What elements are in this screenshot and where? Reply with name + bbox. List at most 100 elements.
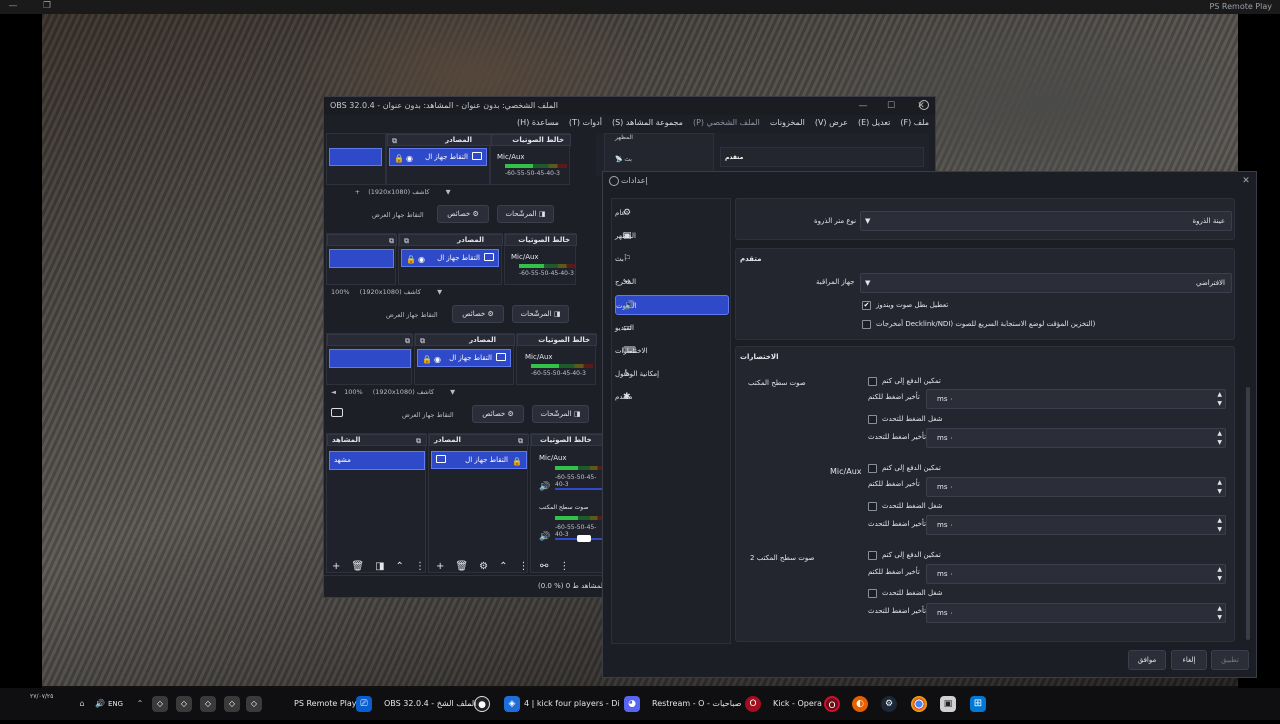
dropdown-arrow-icon[interactable]: ▼: [446, 188, 451, 196]
gear-icon[interactable]: ⚙: [479, 561, 488, 572]
lock-icon[interactable]: 🔒: [512, 453, 522, 470]
add-icon[interactable]: +: [332, 561, 340, 572]
menu-edit[interactable]: تعديل (E): [858, 115, 890, 131]
source-item[interactable]: ◉🔒التقاط جهاز ال: [401, 249, 499, 267]
chrome-icon[interactable]: [911, 696, 927, 712]
stepper-icon[interactable]: ▲ ▼: [1217, 516, 1222, 534]
volume-icon[interactable]: 🔊: [92, 696, 108, 712]
eye-icon[interactable]: ◉: [418, 251, 425, 268]
tray-app-icon[interactable]: ◇: [246, 696, 262, 712]
enable-ptt-checkbox[interactable]: [868, 589, 877, 598]
dropdown-arrow-icon[interactable]: ▼: [450, 388, 455, 396]
stepper-icon[interactable]: ▲ ▼: [1217, 604, 1222, 622]
close-icon[interactable]: ✕: [1239, 174, 1253, 188]
language-indicator[interactable]: ENG: [108, 688, 123, 720]
windows-start-icon[interactable]: ⊞: [970, 696, 986, 712]
properties-button[interactable]: خصائص ⚙: [452, 305, 504, 323]
enable-ptt-checkbox[interactable]: [868, 502, 877, 511]
chevron-up-icon[interactable]: ⌃: [132, 696, 148, 712]
network-icon[interactable]: ⌂: [74, 696, 90, 712]
taskbar-item-discord[interactable]: 4 | kick four players - Di: [524, 688, 620, 720]
taskbar-item-obs[interactable]: OBS 32.0.4 - الملف الشخ: [384, 688, 476, 720]
taskbar-item-kick[interactable]: Kick - Opera: [773, 688, 822, 720]
settings-scrollbar[interactable]: [1246, 387, 1250, 640]
more-icon[interactable]: ⋮: [518, 561, 528, 572]
volume-slider-handle[interactable]: [577, 535, 591, 542]
scene-item[interactable]: [329, 148, 382, 166]
nav-appearance[interactable]: ▣ المظهر: [615, 226, 729, 246]
restore-icon[interactable]: ❐: [40, 1, 54, 13]
task-view-icon[interactable]: ▣: [940, 696, 956, 712]
scene-item[interactable]: [329, 349, 411, 368]
properties-button[interactable]: خصائص ⚙: [437, 205, 489, 223]
ptt-delay-input[interactable]: ms ٠ ▲ ▼: [926, 603, 1226, 623]
dropdown-arrow-icon[interactable]: ◄: [331, 388, 336, 396]
nav-advanced[interactable]: ✱ متقدم: [615, 387, 729, 407]
firefox-icon[interactable]: ◐: [852, 696, 868, 712]
dock-float-icon[interactable]: ⧉: [392, 136, 397, 147]
minimize-icon[interactable]: —: [856, 99, 870, 113]
apply-button[interactable]: تطبيق: [1211, 650, 1249, 670]
stepper-icon[interactable]: ▲ ▼: [1217, 429, 1222, 447]
menu-scene-collection[interactable]: مجموعة المشاهد (S): [612, 115, 683, 131]
monitor-device-select[interactable]: ▼ الافتراضي: [860, 273, 1232, 293]
tray-app-icon[interactable]: ◇: [200, 696, 216, 712]
ok-button[interactable]: موافق: [1128, 650, 1166, 670]
speaker-icon[interactable]: 🔊: [539, 532, 550, 542]
eye-icon[interactable]: ◉: [434, 351, 441, 368]
ptm-delay-input[interactable]: ms ٠ ▲ ▼: [926, 389, 1226, 409]
add-icon[interactable]: +: [355, 188, 360, 196]
ptm-delay-input[interactable]: ms ٠ ▲ ▼: [926, 564, 1226, 584]
menu-docks[interactable]: المخزونات: [770, 115, 805, 131]
nav-video[interactable]: ▭ الفيديو: [615, 318, 729, 338]
dropdown-arrow-icon[interactable]: ▼: [437, 288, 442, 296]
taskbar-item-ps-remote[interactable]: PS Remote Play: [294, 688, 357, 720]
nav-output[interactable]: ↪ المخرج: [615, 272, 729, 292]
dock-float-icon[interactable]: ⧉: [389, 236, 394, 247]
stepper-icon[interactable]: ▲ ▼: [1217, 390, 1222, 408]
properties-button[interactable]: خصائص ⚙: [472, 405, 524, 423]
dock-float-icon[interactable]: ⧉: [420, 336, 425, 347]
lock-icon[interactable]: 🔒: [422, 351, 432, 368]
opera-icon[interactable]: O: [824, 696, 840, 712]
more-icon[interactable]: ⋮: [559, 561, 569, 572]
source-item[interactable]: ◉🔒التقاط جهاز ال: [431, 451, 527, 469]
nav-hotkeys[interactable]: ⌨ الاختصارات: [615, 341, 729, 361]
add-icon[interactable]: +: [436, 561, 444, 572]
enable-ptm-checkbox[interactable]: [868, 464, 877, 473]
discord-icon[interactable]: ◕: [624, 696, 640, 712]
enable-ptt-checkbox[interactable]: [868, 415, 877, 424]
source-item[interactable]: ◉🔒التقاط جهاز ال: [417, 349, 511, 367]
peak-meter-select[interactable]: ▼ عينة الذروة: [860, 211, 1232, 231]
volume-slider[interactable]: [555, 488, 605, 490]
cancel-button[interactable]: إلغاء: [1171, 650, 1207, 670]
dock-float-icon[interactable]: ⧉: [416, 436, 421, 447]
more-icon[interactable]: ⋮: [415, 561, 425, 572]
menu-profile[interactable]: الملف الشخصي (P): [693, 115, 760, 131]
nav-audio[interactable]: 🔊 الصوت: [615, 295, 729, 315]
low-latency-checkbox[interactable]: [862, 320, 871, 329]
filter-icon[interactable]: ◨: [375, 561, 384, 572]
ptt-delay-input[interactable]: ms ٠ ▲ ▼: [926, 428, 1226, 448]
lock-icon[interactable]: 🔒: [394, 150, 404, 167]
tray-app-icon[interactable]: ◇: [224, 696, 240, 712]
filters-button[interactable]: المرشّحات ◨: [532, 405, 589, 423]
menu-file[interactable]: ملف (F): [900, 115, 929, 131]
enable-ptm-checkbox[interactable]: [868, 377, 877, 386]
chevron-up-icon[interactable]: ⌃: [396, 561, 404, 572]
steam-icon[interactable]: ⚙: [881, 696, 897, 712]
menu-help[interactable]: مساعدة (H): [517, 115, 559, 131]
stepper-icon[interactable]: ▲ ▼: [1217, 478, 1222, 496]
source-item[interactable]: ◉🔒التقاط جهاز ال: [389, 148, 487, 166]
tray-app-icon[interactable]: ◇: [152, 696, 168, 712]
dock-float-icon[interactable]: ⧉: [518, 436, 523, 447]
speaker-icon[interactable]: 🔊: [539, 482, 550, 492]
discord-window-icon[interactable]: ◈: [504, 696, 520, 712]
chevron-up-icon[interactable]: ⌃: [499, 561, 507, 572]
stepper-icon[interactable]: ▲ ▼: [1217, 565, 1222, 583]
lock-icon[interactable]: 🔒: [406, 251, 416, 268]
filters-button[interactable]: المرشّحات ◨: [512, 305, 569, 323]
ptm-delay-input[interactable]: ms ٠ ▲ ▼: [926, 477, 1226, 497]
maximize-icon[interactable]: ☐: [884, 99, 898, 113]
ptt-delay-input[interactable]: ms ٠ ▲ ▼: [926, 515, 1226, 535]
